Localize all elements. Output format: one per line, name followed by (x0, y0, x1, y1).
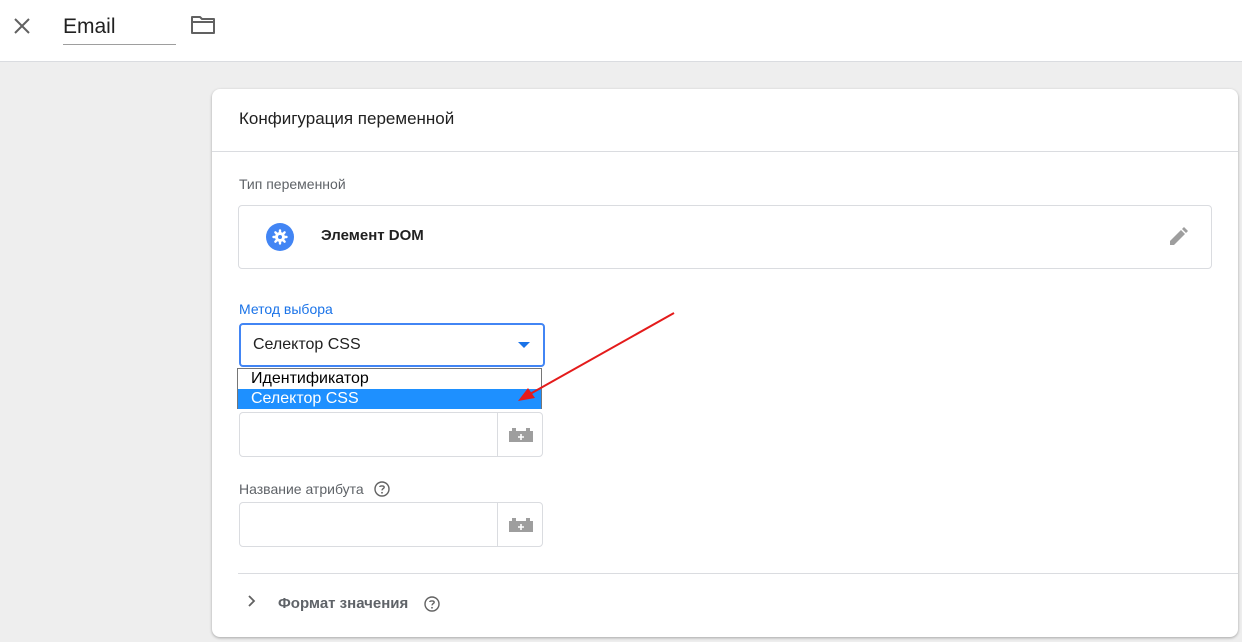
top-bar: Email (0, 0, 1242, 62)
attribute-input-row (239, 502, 543, 547)
selector-input[interactable] (240, 413, 497, 456)
dropdown-option-css-selector[interactable]: Селектор CSS (238, 389, 541, 409)
selector-input-row (239, 412, 543, 457)
close-icon[interactable] (10, 14, 34, 38)
chevron-right-icon[interactable] (245, 594, 259, 608)
caret-down-icon (518, 342, 530, 348)
selection-method-dropdown: Идентификатор Селектор CSS (237, 368, 542, 409)
pencil-icon[interactable] (1167, 226, 1189, 248)
attribute-name-label: Название атрибута (239, 481, 364, 497)
variable-name-field[interactable]: Email (63, 12, 176, 45)
variable-block-icon (509, 428, 533, 442)
help-icon[interactable] (374, 481, 390, 497)
divider (238, 573, 1238, 574)
dropdown-option-id[interactable]: Идентификатор (238, 369, 541, 389)
selection-method-label: Метод выбора (239, 301, 333, 317)
variable-type-selector[interactable]: Элемент DOM (238, 205, 1212, 269)
card-title: Конфигурация переменной (239, 109, 455, 128)
help-icon[interactable] (424, 596, 440, 612)
value-format-toggle[interactable]: Формат значения (278, 595, 408, 612)
variable-config-card: Конфигурация переменной Тип переменной Э… (212, 89, 1238, 637)
variable-type-name: Элемент DOM (321, 227, 424, 244)
selection-method-select[interactable]: Селектор CSS (239, 323, 545, 367)
insert-variable-button[interactable] (497, 503, 543, 546)
selection-method-value: Селектор CSS (253, 336, 361, 353)
gear-icon (266, 223, 294, 251)
variable-type-label: Тип переменной (239, 176, 346, 192)
variable-block-icon (509, 518, 533, 532)
folder-icon[interactable] (190, 14, 216, 36)
divider (212, 151, 1238, 152)
insert-variable-button[interactable] (497, 413, 543, 456)
attribute-name-input[interactable] (240, 503, 497, 546)
